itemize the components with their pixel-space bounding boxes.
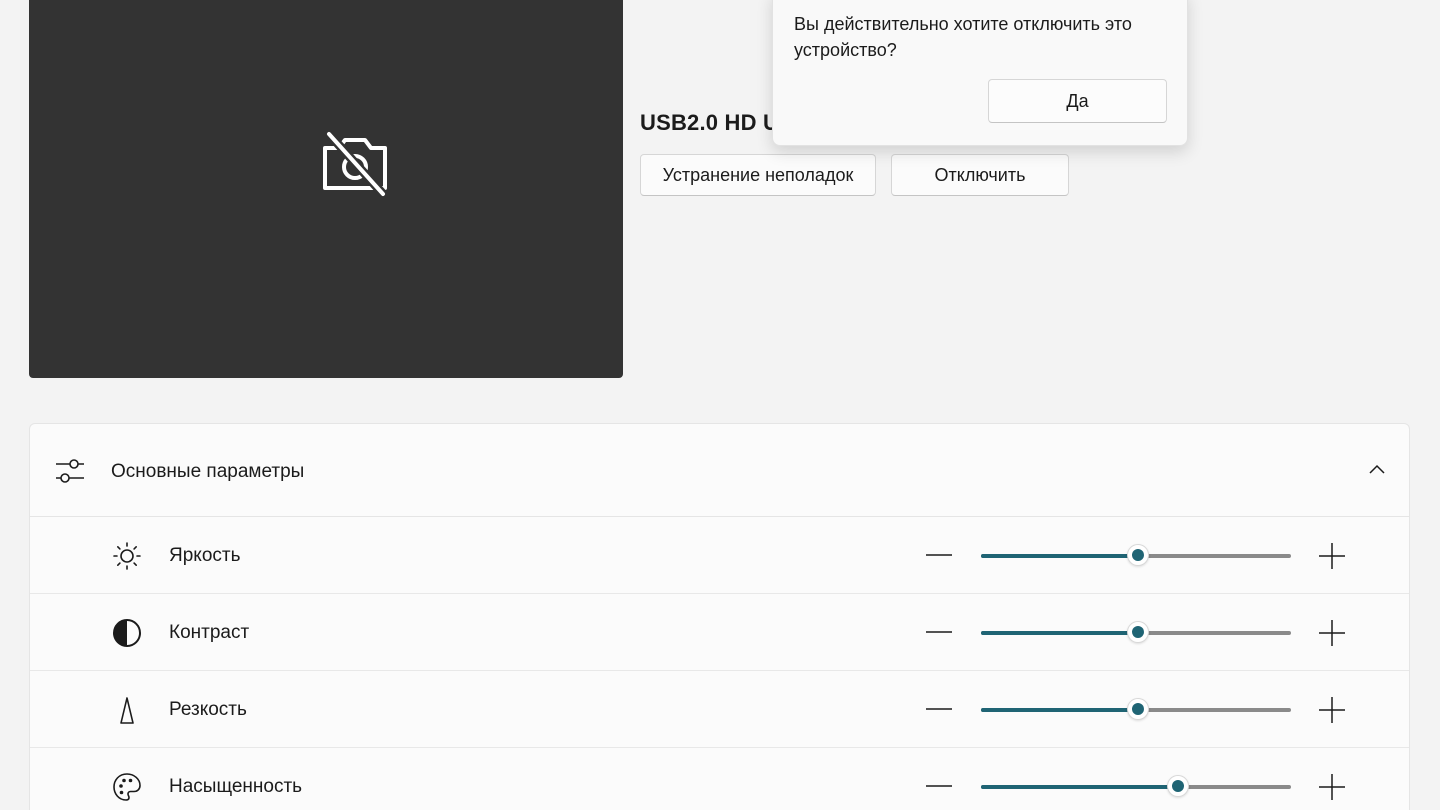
- chevron-up-icon[interactable]: [1368, 462, 1386, 476]
- basic-settings-header[interactable]: Основные параметры: [30, 424, 1409, 517]
- slider-fill: [981, 708, 1136, 712]
- saturation-increase-icon[interactable]: [1317, 772, 1347, 802]
- contrast-slider[interactable]: [981, 621, 1293, 645]
- half-circle-icon: [113, 619, 141, 647]
- sliders-icon: [56, 459, 84, 483]
- sharpness-row: Резкость: [30, 671, 1409, 748]
- disable-confirm-flyout: Вы действительно хотите отключить это ус…: [772, 0, 1188, 146]
- sharpness-slider[interactable]: [981, 698, 1293, 722]
- slider-fill: [981, 554, 1136, 558]
- saturation-decrease-icon[interactable]: [924, 774, 954, 798]
- saturation-row: Насыщенность: [30, 748, 1409, 810]
- device-name: USB2.0 HD U: [640, 110, 780, 135]
- camera-preview: [29, 0, 623, 378]
- brightness-label: Яркость: [169, 545, 241, 566]
- confirm-message: Вы действительно хотите отключить это ус…: [794, 14, 1132, 60]
- brightness-row: Яркость: [30, 517, 1409, 594]
- sharpness-decrease-icon[interactable]: [924, 697, 954, 721]
- camera-off-icon: [323, 130, 387, 198]
- sharpness-label: Резкость: [169, 699, 247, 720]
- sun-icon: [113, 542, 141, 570]
- disable-button[interactable]: Отключить: [891, 154, 1069, 196]
- slider-fill: [981, 785, 1176, 789]
- slider-thumb[interactable]: [1127, 698, 1149, 720]
- brightness-increase-icon[interactable]: [1317, 541, 1347, 571]
- slider-fill: [981, 631, 1136, 635]
- troubleshoot-button[interactable]: Устранение неполадок: [640, 154, 876, 196]
- confirm-yes-button[interactable]: Да: [988, 79, 1167, 123]
- contrast-row: Контраст: [30, 594, 1409, 671]
- slider-thumb[interactable]: [1127, 621, 1149, 643]
- sharpness-triangle-icon: [120, 697, 134, 724]
- contrast-decrease-icon[interactable]: [924, 620, 954, 644]
- slider-thumb[interactable]: [1167, 775, 1189, 797]
- brightness-slider[interactable]: [981, 544, 1293, 568]
- brightness-decrease-icon[interactable]: [924, 543, 954, 567]
- contrast-increase-icon[interactable]: [1317, 618, 1347, 648]
- camera-settings-page: USB2.0 HD U Устранение неполадок Отключи…: [0, 0, 1440, 810]
- sharpness-increase-icon[interactable]: [1317, 695, 1347, 725]
- palette-icon: [113, 773, 141, 801]
- contrast-label: Контраст: [169, 622, 250, 643]
- basic-settings-title: Основные параметры: [111, 461, 305, 482]
- slider-thumb[interactable]: [1127, 544, 1149, 566]
- saturation-slider[interactable]: [981, 775, 1293, 799]
- saturation-label: Насыщенность: [169, 776, 303, 797]
- basic-settings-card: Основные параметры Яркость Контраст Резк…: [29, 423, 1410, 810]
